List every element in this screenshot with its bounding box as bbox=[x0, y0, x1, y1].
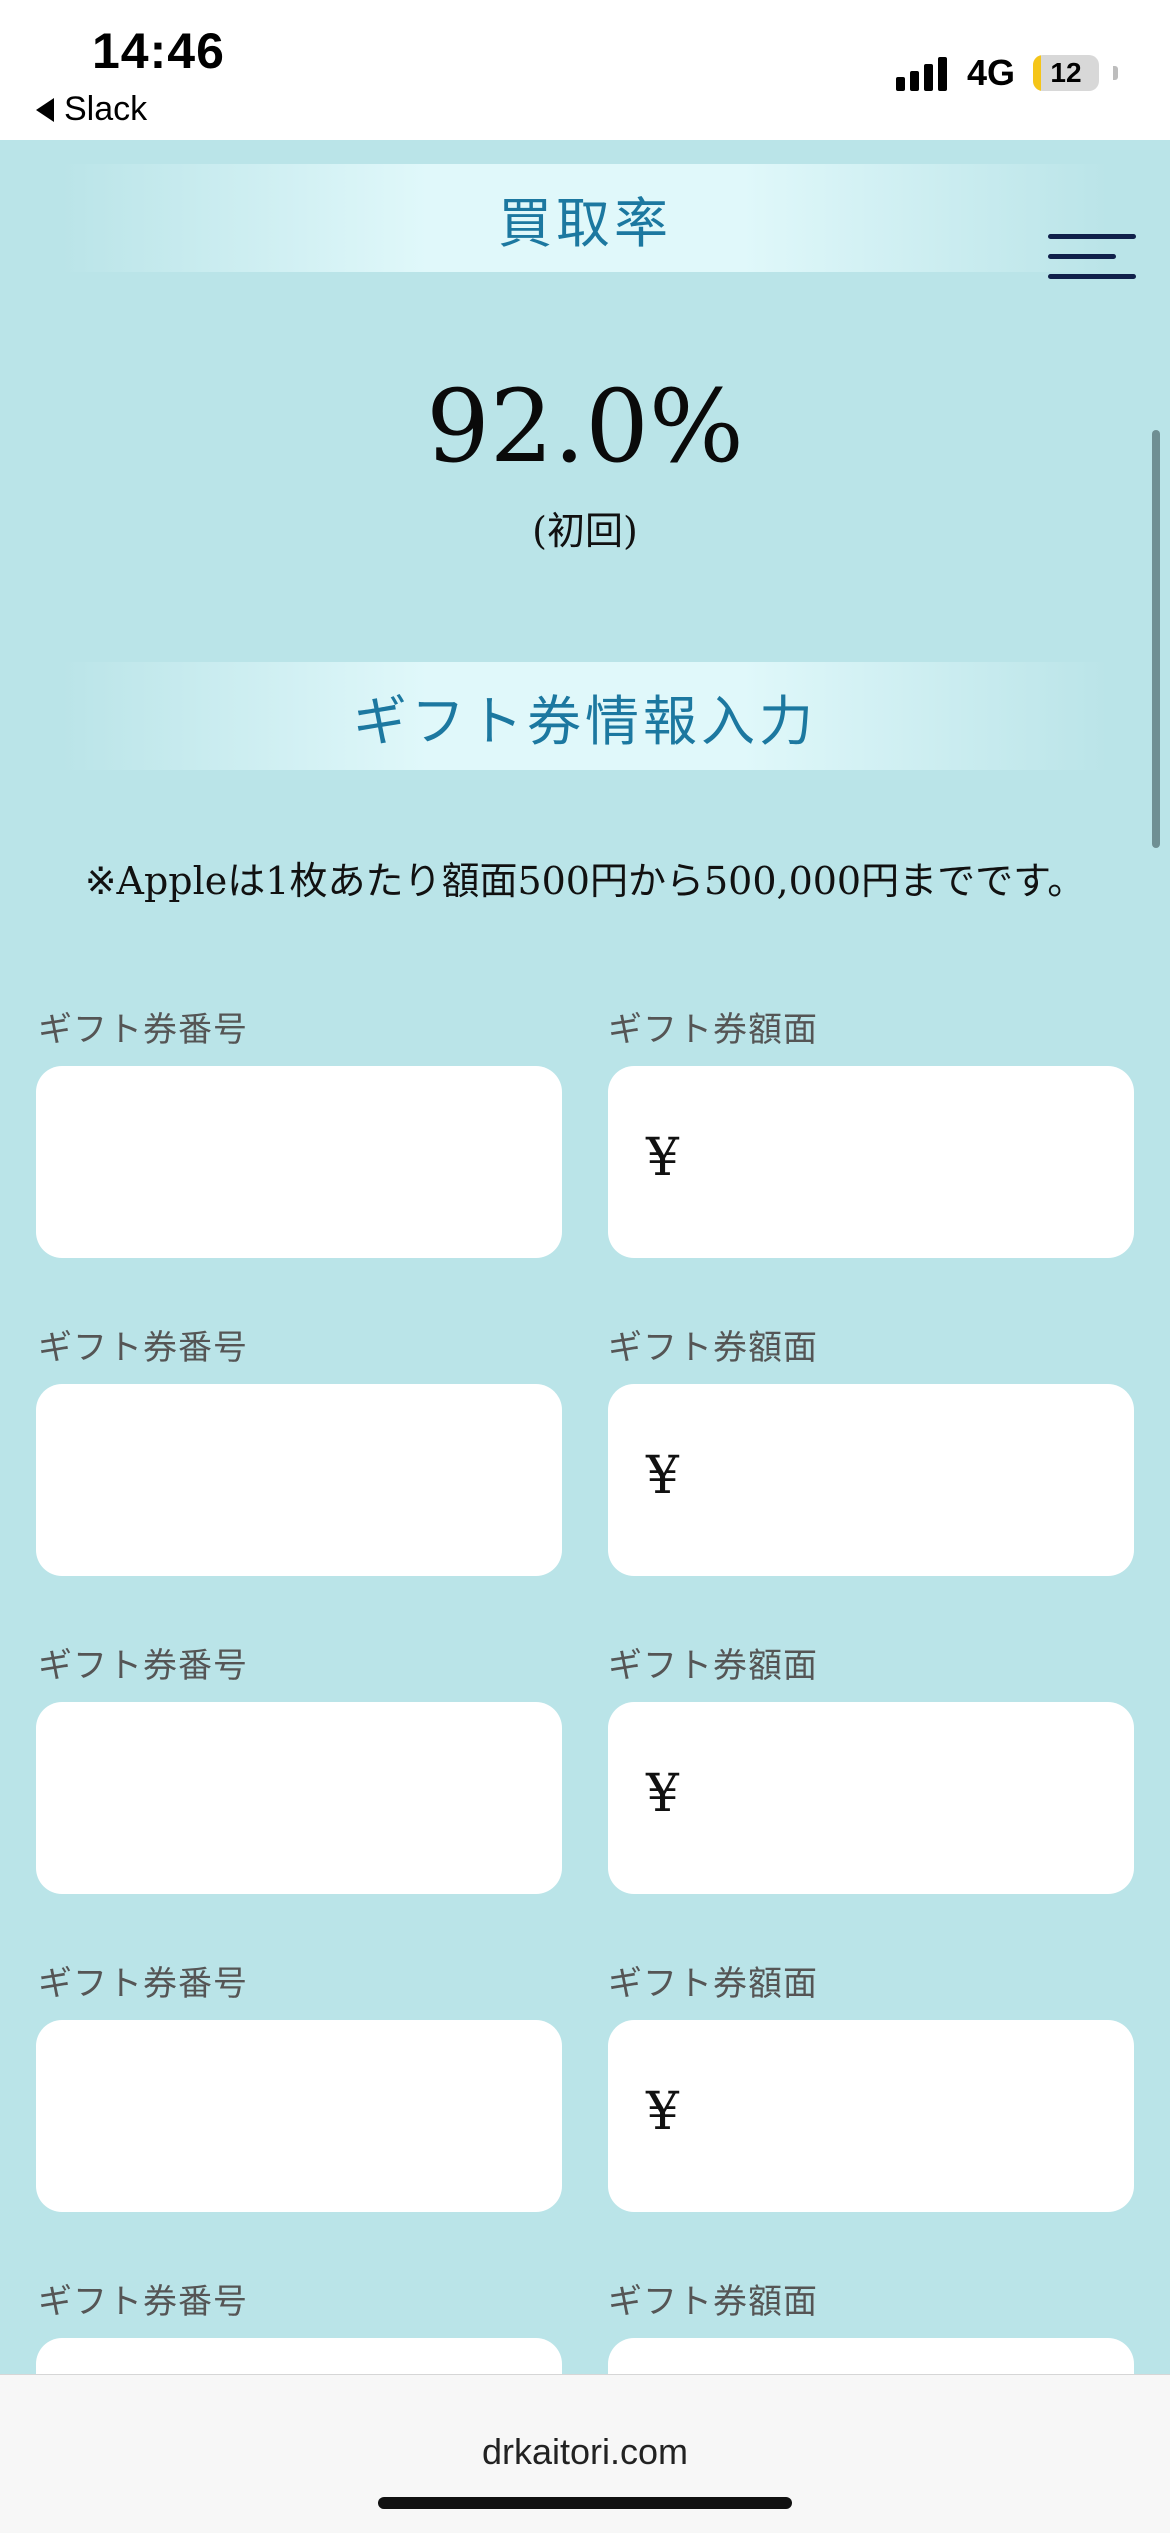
gift-number-input[interactable] bbox=[36, 1384, 562, 1576]
home-indicator[interactable] bbox=[378, 2497, 792, 2509]
rate-heading: 買取率 bbox=[60, 164, 1110, 272]
gift-amount-input[interactable]: ¥ bbox=[608, 1702, 1134, 1894]
gift-amount-input[interactable]: ¥ bbox=[608, 1384, 1134, 1576]
gift-amount-label: ギフト券額面 bbox=[608, 1964, 818, 2004]
signal-icon bbox=[895, 55, 947, 91]
page-scrollbar[interactable] bbox=[1152, 430, 1160, 848]
status-time: 14:46 bbox=[92, 23, 225, 79]
gift-number-input[interactable] bbox=[36, 2020, 562, 2212]
battery-icon: 12 bbox=[1033, 55, 1099, 91]
browser-bottom-bar: drkaitori.com bbox=[0, 2374, 1170, 2533]
gift-amount-label: ギフト券額面 bbox=[608, 2282, 818, 2322]
gift-number-label: ギフト券番号 bbox=[38, 1328, 248, 1368]
back-to-app-button[interactable]: Slack bbox=[36, 90, 147, 129]
gift-heading: ギフト券情報入力 bbox=[60, 662, 1110, 770]
network-type: 4G bbox=[966, 52, 1015, 93]
gift-number-input[interactable] bbox=[36, 1066, 562, 1258]
gift-amount-input[interactable]: ¥ bbox=[608, 1066, 1134, 1258]
battery-tip bbox=[1113, 66, 1118, 80]
back-arrow-icon bbox=[36, 97, 54, 122]
rate-value: 92.0% bbox=[426, 368, 744, 485]
status-indicators: 4G 12 bbox=[895, 52, 1118, 94]
yen-prefix: ¥ bbox=[646, 2082, 680, 2142]
gift-number-label: ギフト券番号 bbox=[38, 1646, 248, 1686]
gift-number-input[interactable] bbox=[36, 1702, 562, 1894]
gift-amount-label: ギフト券額面 bbox=[608, 1010, 818, 1050]
yen-prefix: ¥ bbox=[646, 1128, 680, 1188]
yen-prefix: ¥ bbox=[646, 1446, 680, 1506]
battery-level: 12 bbox=[1050, 57, 1082, 88]
address-bar-url[interactable]: drkaitori.com bbox=[0, 2431, 1170, 2473]
gift-number-label: ギフト券番号 bbox=[38, 2282, 248, 2322]
notice-text: ※Appleは1枚あたり額面500円から500,000円までです。 bbox=[84, 859, 1086, 903]
gift-amount-label: ギフト券額面 bbox=[608, 1328, 818, 1368]
gift-amount-label: ギフト券額面 bbox=[608, 1646, 818, 1686]
gift-amount-input[interactable]: ¥ bbox=[608, 2020, 1134, 2212]
back-app-label: Slack bbox=[64, 90, 148, 128]
gift-number-label: ギフト券番号 bbox=[38, 1964, 248, 2004]
status-bar: 14:46 Slack 4G 12 bbox=[0, 0, 1170, 140]
rate-note: (初回) bbox=[532, 509, 638, 553]
gift-number-label: ギフト券番号 bbox=[38, 1010, 248, 1050]
yen-prefix: ¥ bbox=[646, 1764, 680, 1824]
hamburger-menu-icon[interactable] bbox=[1044, 228, 1136, 288]
